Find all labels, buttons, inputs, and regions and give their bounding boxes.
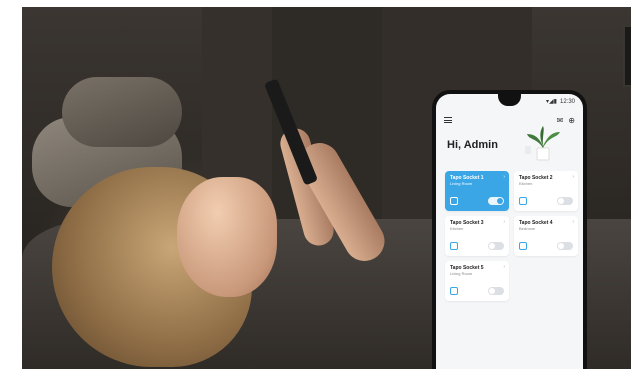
power-toggle[interactable] [557, 197, 573, 205]
device-card-socket-3[interactable]: Tapo Socket 3 Kitchen › [445, 216, 509, 256]
power-toggle[interactable] [488, 242, 504, 250]
status-time: 12:30 [559, 98, 575, 105]
socket-icon [519, 197, 527, 205]
socket-icon [450, 197, 458, 205]
device-card-socket-2[interactable]: Tapo Socket 2 Kitchen › [514, 171, 578, 211]
picture-frame [623, 25, 631, 87]
chevron-right-icon: › [503, 219, 505, 225]
socket-icon [450, 242, 458, 250]
device-room: Kitchen [519, 181, 533, 186]
power-toggle[interactable] [488, 197, 504, 205]
add-icon[interactable]: ⊕ [568, 116, 575, 125]
device-room: Kitchen [450, 226, 464, 231]
chevron-right-icon: › [572, 174, 574, 180]
device-room: Living Room [450, 271, 473, 276]
signal-icon: ▾◢▮ [546, 99, 557, 105]
device-card-socket-5[interactable]: Tapo Socket 5 Living Room › [445, 261, 509, 301]
device-room: Living Room [450, 181, 473, 186]
socket-icon [450, 287, 458, 295]
status-bar: ▾◢▮ 12:30 [546, 98, 575, 106]
power-toggle[interactable] [557, 242, 573, 250]
menu-icon[interactable] [444, 117, 452, 123]
chevron-right-icon: › [503, 264, 505, 270]
greeting-title: Hi, Admin [447, 139, 498, 151]
pillow [62, 77, 182, 147]
device-room: Bedroom [519, 226, 536, 231]
camera-notch [498, 94, 521, 106]
app-screen: ▾◢▮ 12:30 ✉ ⊕ Hi, Admin Tapo Socket 1 Li… [436, 94, 583, 369]
face [177, 177, 277, 297]
power-toggle[interactable] [488, 287, 504, 295]
socket-icon [519, 242, 527, 250]
phone-mockup: ▾◢▮ 12:30 ✉ ⊕ Hi, Admin Tapo Socket 1 Li… [432, 90, 587, 369]
chevron-right-icon: › [572, 219, 574, 225]
plant-illustration [525, 126, 560, 161]
chevron-right-icon: › [503, 174, 505, 180]
device-card-socket-1[interactable]: Tapo Socket 1 Living Room › [445, 171, 509, 211]
device-card-socket-4[interactable]: Tapo Socket 4 Bedroom › [514, 216, 578, 256]
